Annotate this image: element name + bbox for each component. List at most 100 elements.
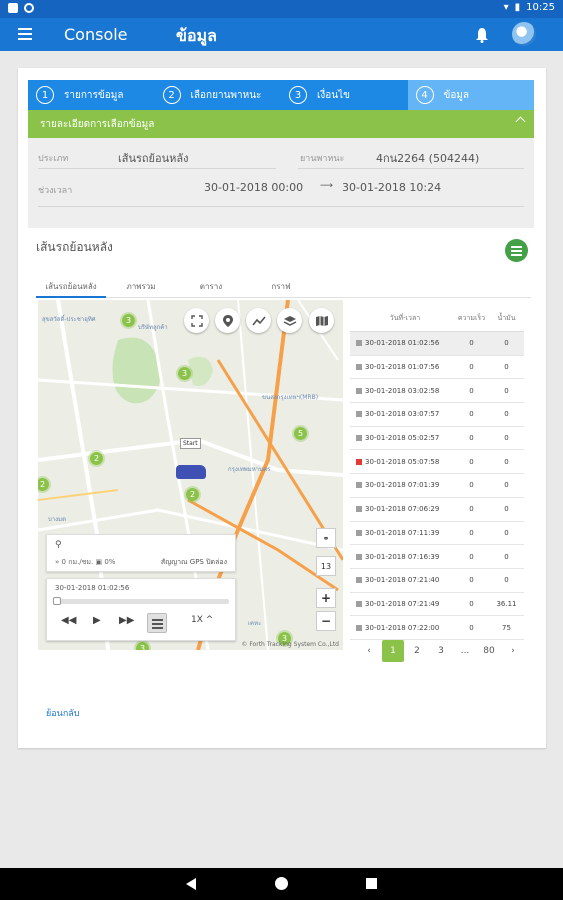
map-cluster[interactable]: 3 (134, 640, 151, 650)
home-icon[interactable] (275, 877, 288, 890)
status-square-icon (356, 435, 362, 442)
system-nav-bar (0, 868, 563, 900)
fuel-cell: 0 (504, 528, 509, 537)
table-row[interactable]: 30-01-2018 07:16:39 0 0 (350, 545, 524, 569)
time-cell: 30-01-2018 05:07:58 (350, 458, 454, 466)
tab-graph[interactable]: กราฟ (246, 276, 316, 297)
back-icon[interactable] (186, 878, 196, 890)
vehicle-label: ยานพาหนะ (300, 154, 345, 164)
table-row[interactable]: 30-01-2018 07:01:39 0 0 (350, 474, 524, 498)
map-cluster[interactable]: 3 (120, 312, 137, 329)
map-label: สุขสวัสดิ์-ประชาอุทิศ (42, 316, 96, 323)
time-value: 30-01-2018 01:07:56 (365, 363, 440, 372)
time-value: 30-01-2018 03:02:58 (365, 386, 440, 395)
tab-overview[interactable]: ภาพรวม (106, 276, 176, 297)
map-cluster[interactable]: 5 (292, 425, 309, 442)
chevron-up-icon[interactable] (515, 116, 526, 127)
step-3[interactable]: 3 เงื่อนไข (281, 80, 408, 110)
back-link[interactable]: ย้อนกลับ (46, 706, 80, 720)
time-cell: 30-01-2018 07:06:29 (350, 505, 454, 513)
speed-cell: 0 (469, 552, 474, 561)
start-marker[interactable]: Start (180, 438, 201, 449)
speed-cell: 0 (469, 576, 474, 585)
playback-speed[interactable]: 1X ^ (191, 615, 213, 625)
trend-icon[interactable] (246, 308, 271, 333)
time-cell: 30-01-2018 05:02:57 (350, 434, 454, 442)
time-cell: 30-01-2018 07:16:39 (350, 553, 454, 561)
map-icon[interactable] (309, 308, 334, 333)
fullscreen-icon[interactable] (184, 308, 209, 333)
time-cell: 30-01-2018 01:07:56 (350, 363, 454, 371)
table-row[interactable]: 30-01-2018 05:02:57 0 0 (350, 427, 524, 451)
slider-handle[interactable] (53, 597, 61, 605)
layers-icon[interactable] (277, 308, 302, 333)
avatar[interactable] (512, 22, 536, 46)
map-cluster[interactable]: 2 (184, 486, 201, 503)
next-page-button[interactable]: › (502, 640, 524, 662)
speed-cell: 0 (469, 505, 474, 514)
play-button[interactable]: ▶ (93, 615, 101, 626)
status-square-icon (356, 482, 362, 489)
status-square-icon (356, 387, 362, 394)
speed-cell: 0 (469, 528, 474, 537)
table-row[interactable]: 30-01-2018 01:07:56 0 0 (350, 356, 524, 380)
speed-cell: 0 (469, 623, 474, 632)
step-4[interactable]: 4 ข้อมูล (407, 80, 534, 110)
location-pin-icon[interactable] (215, 308, 240, 333)
time-cell: 30-01-2018 03:02:58 (350, 387, 454, 395)
link-icon[interactable]: ⚭ (316, 528, 336, 548)
map-cluster[interactable]: 3 (176, 365, 193, 382)
car-icon[interactable] (176, 465, 206, 479)
recent-apps-icon[interactable] (366, 878, 377, 889)
app-bar: Console ข้อมูล (0, 18, 563, 51)
map-label: ขนส่งกรุงเทพฯ(MRB) (262, 394, 319, 401)
map-view[interactable]: 3 2 2 5 2 3 3 3 สุขสวัสดิ์-ประชาอุทิศ บร… (38, 300, 343, 650)
zoom-out-button[interactable]: − (316, 611, 336, 631)
table-row[interactable]: 30-01-2018 03:02:58 0 0 (350, 379, 524, 404)
menu-icon[interactable] (18, 28, 32, 40)
tab-table[interactable]: ตาราง (176, 276, 246, 297)
tab-route[interactable]: เส้นรถย้อนหลัง (36, 276, 106, 298)
zoom-in-button[interactable]: + (316, 588, 336, 608)
table-row[interactable]: 30-01-2018 03:07:57 0 0 (350, 403, 524, 427)
table-row[interactable]: 30-01-2018 07:22:00 0 75 (350, 616, 524, 640)
fuel-cell: 75 (502, 623, 511, 632)
type-value: เส้นรถย้อนหลัง (118, 152, 189, 165)
column-header[interactable]: น้ำมัน (489, 313, 524, 324)
page-last[interactable]: 80 (478, 640, 500, 662)
rewind-button[interactable]: ◀◀ (61, 615, 76, 626)
time-value: 30-01-2018 07:06:29 (365, 505, 440, 514)
page-1[interactable]: 1 (382, 640, 404, 662)
fuel-cell: 0 (504, 339, 509, 348)
list-icon[interactable] (505, 239, 528, 262)
bell-icon[interactable] (475, 27, 489, 43)
stepper: 1 รายการข้อมูล 2 เลือกยานพาหนะ 3 เงื่อนไ… (28, 80, 534, 110)
period-start: 30-01-2018 00:00 (204, 181, 304, 194)
prev-page-button[interactable]: ‹ (358, 640, 380, 662)
table-row[interactable]: 30-01-2018 07:21:40 0 0 (350, 569, 524, 593)
fuel-cell: 0 (504, 457, 509, 466)
status-square-icon (356, 411, 362, 418)
column-header[interactable]: วันที่-เวลา (350, 313, 454, 324)
page-2[interactable]: 2 (406, 640, 428, 662)
step-2[interactable]: 2 เลือกยานพาหนะ (155, 80, 282, 110)
table-row[interactable]: 30-01-2018 07:06:29 0 0 (350, 498, 524, 522)
detail-header-title: รายละเอียดการเลือกข้อมูล (40, 118, 155, 130)
table-row[interactable]: 30-01-2018 07:21:49 0 36.11 (350, 593, 524, 617)
time-value: 30-01-2018 05:07:58 (365, 457, 440, 466)
column-header[interactable]: ความเร็ว (454, 313, 489, 324)
table-row[interactable]: 30-01-2018 05:07:58 0 0 (350, 450, 524, 475)
table-body: 30-01-2018 01:02:56 0 0 30-01-2018 01:07:56… (350, 332, 524, 640)
detail-header[interactable]: รายละเอียดการเลือกข้อมูล (28, 110, 534, 138)
map-cluster[interactable]: 2 (88, 450, 105, 467)
list-toggle-button[interactable] (147, 613, 167, 633)
playback-slider[interactable] (53, 599, 229, 604)
step-1[interactable]: 1 รายการข้อมูล (28, 80, 155, 110)
table-row[interactable]: 30-01-2018 01:02:56 0 0 (350, 332, 524, 356)
fuel-cell: 36.11 (496, 599, 517, 608)
time-value: 30-01-2018 07:22:00 (365, 623, 440, 632)
table-row[interactable]: 30-01-2018 07:11:39 0 0 (350, 522, 524, 546)
fast-forward-button[interactable]: ▶▶ (119, 615, 134, 626)
status-square-icon (356, 600, 362, 607)
page-3[interactable]: 3 (430, 640, 452, 662)
